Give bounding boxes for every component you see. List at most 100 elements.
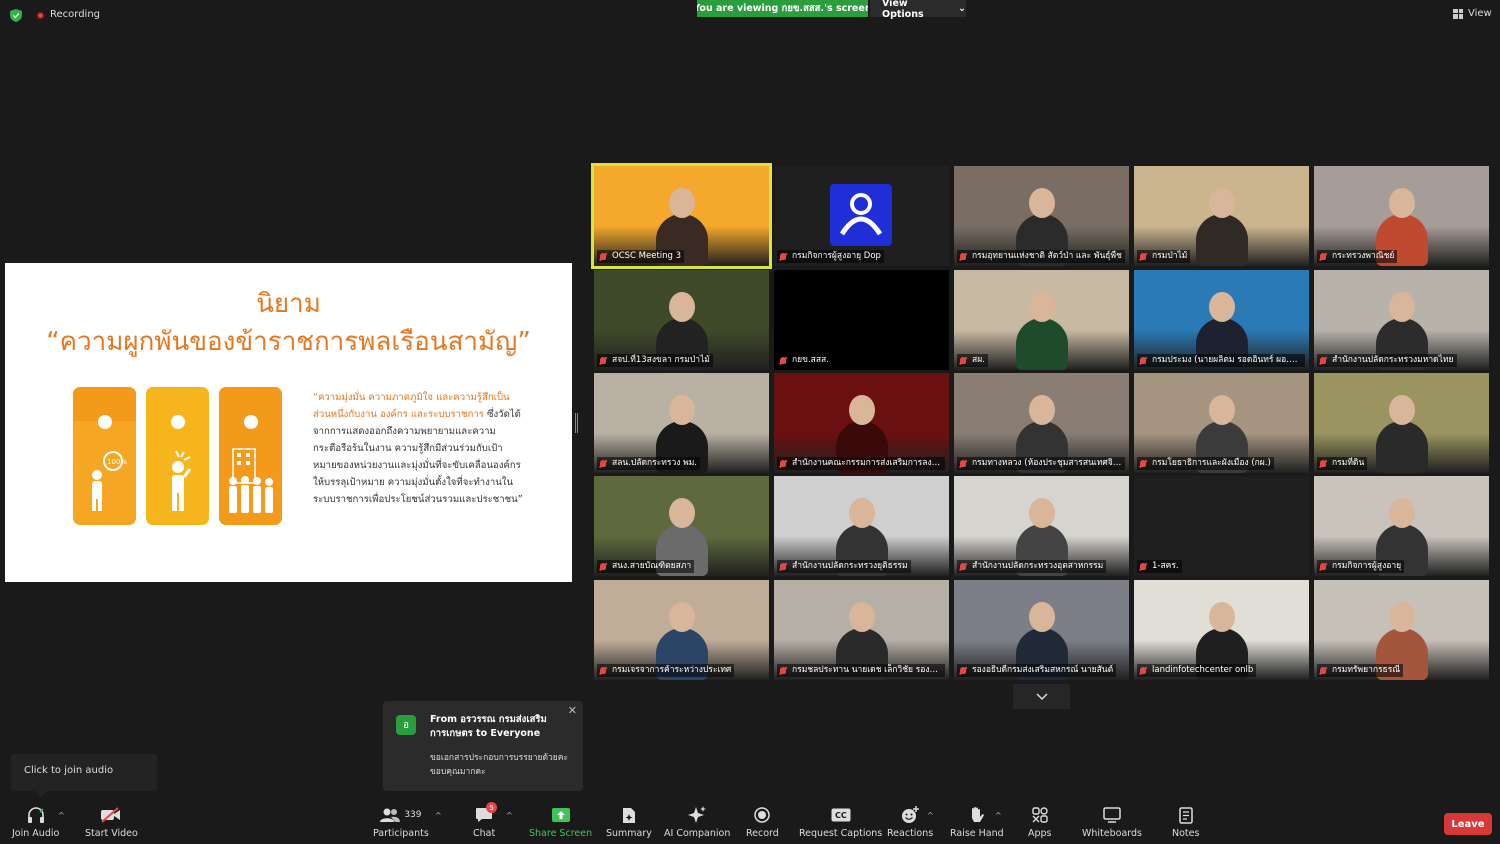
team-building-icon — [229, 448, 273, 513]
muted-mic-icon — [600, 253, 606, 260]
summary-button[interactable]: Summary — [606, 805, 652, 841]
request-captions-label: Request Captions — [799, 828, 883, 839]
apps-button[interactable]: Apps — [1028, 805, 1052, 841]
chevron-down-icon — [1035, 692, 1048, 700]
share-screen-icon — [551, 808, 570, 822]
start-video-label: Start Video — [85, 828, 138, 839]
participant-name: สำนักงานปลัดกระทรวงมหาดไทย — [1317, 354, 1457, 367]
participant-tile[interactable]: สผ. — [954, 270, 1129, 370]
participant-tile[interactable]: รองอธิบดีกรมส่งเสริมสหกรณ์ นายสันต์ — [954, 580, 1129, 680]
participant-tile[interactable]: กยข.สสส. — [774, 270, 949, 370]
participant-name: สำนักงานปลัดกระทรวงยุติธรรม — [777, 560, 911, 573]
participant-tile[interactable]: landinfotechcenter onlb — [1134, 580, 1309, 680]
view-options-label: View Options — [882, 0, 924, 20]
gallery-next-page-button[interactable] — [1013, 684, 1070, 709]
participant-tile[interactable]: กรมโยธาธิการและผังเมือง (กผ.) — [1134, 373, 1309, 473]
muted-mic-icon — [960, 357, 966, 364]
share-screen-button[interactable]: Share Screen — [529, 805, 592, 841]
participant-tile[interactable]: กรมอุทยานแห่งชาติ สัตว์ป่า และ พันธุ์พืช — [954, 166, 1129, 266]
view-label: View — [1468, 8, 1492, 19]
participant-tile[interactable]: สำนักงานคณะกรรมการส่งเสริมการลงทุน — [774, 373, 949, 473]
record-icon — [754, 807, 771, 823]
muted-mic-icon — [960, 667, 966, 674]
ai-companion-button[interactable]: AI Companion — [664, 805, 730, 841]
participant-name: สจป.ที่13สงขลา กรมป่าไม้ — [597, 354, 713, 367]
svg-text:100%: 100% — [107, 458, 127, 466]
chat-message: ขอเอกสารประกอบการบรรยายด้วยคะ ขอบคุณมากค… — [430, 753, 569, 777]
share-screen-label: Share Screen — [529, 828, 593, 839]
muted-mic-icon — [1320, 357, 1326, 364]
participant-tile[interactable]: กรมทรัพยากรธรณี — [1314, 580, 1489, 680]
participant-tile[interactable]: กรมทางหลวง (ห้องประชุมสารสนเทศจิตร) — [954, 373, 1129, 473]
muted-mic-icon — [1320, 563, 1326, 570]
participant-tile[interactable]: สำนักงานปลัดกระทรวงยุติธรรม — [774, 476, 949, 576]
start-video-button[interactable]: Start Video — [85, 805, 138, 841]
muted-mic-icon — [600, 667, 606, 674]
participant-tile[interactable]: สลน.ปลัดกระทรวง พม. — [594, 373, 769, 473]
join-audio-button[interactable]: Join Audio — [12, 805, 59, 841]
chat-options-caret[interactable]: ^ — [506, 811, 513, 820]
view-button[interactable]: View — [1453, 8, 1492, 19]
participant-tile[interactable]: กรมป่าไม้ — [1134, 166, 1309, 266]
participant-tile[interactable]: กรมประมง (นายผลิตม รอดอินทร์ ผอ.กอ.) — [1134, 270, 1309, 370]
notes-button[interactable]: Notes — [1172, 805, 1199, 841]
view-options-button[interactable]: View Options ⌄ — [870, 0, 966, 20]
participant-tile[interactable]: กรมกิจการผู้สูงอายุ Dop — [774, 166, 949, 266]
participant-tile[interactable]: สนง.สายบัณฑิตยสภา — [594, 476, 769, 576]
leave-button[interactable]: Leave — [1444, 813, 1492, 835]
recording-label[interactable]: Recording — [50, 9, 100, 20]
record-button[interactable]: Record — [746, 805, 779, 841]
raise-hand-options-caret[interactable]: ^ — [995, 811, 1002, 820]
ai-companion-label: AI Companion — [664, 828, 731, 839]
join-audio-tooltip[interactable]: Click to join audio — [11, 754, 157, 797]
shared-screen-slide: นิยาม “ความผูกพันของข้าราชการพลเรือนสามั… — [5, 263, 572, 582]
muted-mic-icon — [960, 563, 966, 570]
participant-tile[interactable]: สำนักงานปลัดกระทรวงอุตสาหกรรม — [954, 476, 1129, 576]
whiteboards-button[interactable]: Whiteboards — [1082, 805, 1142, 841]
person-100-percent-icon: 100% — [92, 451, 127, 511]
apps-label: Apps — [1028, 828, 1052, 839]
muted-mic-icon — [780, 357, 786, 364]
video-off-icon — [101, 807, 121, 823]
svg-text:CC: CC — [835, 811, 847, 820]
participant-tile[interactable]: สำนักงานปลัดกระทรวงมหาดไทย — [1314, 270, 1489, 370]
participant-tile[interactable]: สจป.ที่13สงขลา กรมป่าไม้ — [594, 270, 769, 370]
audio-options-caret[interactable]: ^ — [58, 811, 65, 820]
muted-mic-icon — [960, 253, 966, 260]
ai-sparkle-icon — [688, 806, 707, 823]
request-captions-button[interactable]: CC Request Captions — [799, 805, 882, 841]
muted-mic-icon — [1140, 357, 1146, 364]
participant-tile[interactable]: 1-สคร. — [1134, 476, 1309, 576]
participant-name: กรมทางหลวง (ห้องประชุมสารสนเทศจิตร) — [957, 457, 1125, 470]
panel-resize-handle[interactable] — [575, 413, 578, 433]
participants-options-caret[interactable]: ^ — [435, 811, 442, 820]
viewing-screen-banner: You are viewing กยข.สสส.'s screen — [697, 0, 868, 17]
chat-button[interactable]: 5 Chat — [473, 802, 498, 841]
muted-mic-icon — [780, 253, 786, 260]
captions-icon: CC — [831, 808, 851, 822]
muted-mic-icon — [1140, 563, 1146, 570]
raise-hand-icon — [971, 807, 984, 822]
zoom-meeting-window: Recording You are viewing กยข.สสส.'s scr… — [0, 0, 1500, 844]
participant-tile[interactable]: กระทรวงพาณิชย์ — [1314, 166, 1489, 266]
headphones-icon — [27, 807, 44, 823]
participant-name: กระทรวงพาณิชย์ — [1317, 250, 1398, 263]
reactions-options-caret[interactable]: ^ — [927, 811, 934, 820]
muted-mic-icon — [1320, 667, 1326, 674]
participant-tile[interactable]: กรมเจรจาการค้าระหว่างประเทศ — [594, 580, 769, 680]
participant-tile[interactable]: OCSC Meeting 3 — [591, 163, 772, 269]
close-icon[interactable]: ✕ — [568, 704, 577, 717]
participant-tile[interactable]: กรมชลประทาน นายเดช เล็กวิชัย รองอธิบดี — [774, 580, 949, 680]
chat-notification[interactable]: อ From อรวรรณ กรมส่งเสริมการเกษตร to Eve… — [383, 701, 583, 791]
participant-name: รองอธิบดีกรมส่งเสริมสหกรณ์ นายสันต์ — [957, 664, 1117, 677]
chevron-down-icon: ⌄ — [958, 3, 966, 14]
record-label: Record — [746, 828, 779, 839]
security-shield-icon[interactable] — [10, 9, 22, 22]
participant-tile[interactable]: กรมกิจการผู้สูงอายุ — [1314, 476, 1489, 576]
participant-name: กรมชลประทาน นายเดช เล็กวิชัย รองอธิบดี — [777, 664, 945, 677]
participant-name: กรมประมง (นายผลิตม รอดอินทร์ ผอ.กอ.) — [1137, 354, 1305, 367]
participant-name: สนง.สายบัณฑิตยสภา — [597, 560, 695, 573]
muted-mic-icon — [1140, 460, 1146, 467]
participants-button[interactable]: 339 Participants — [373, 805, 429, 841]
participant-tile[interactable]: กรมที่ดิน — [1314, 373, 1489, 473]
